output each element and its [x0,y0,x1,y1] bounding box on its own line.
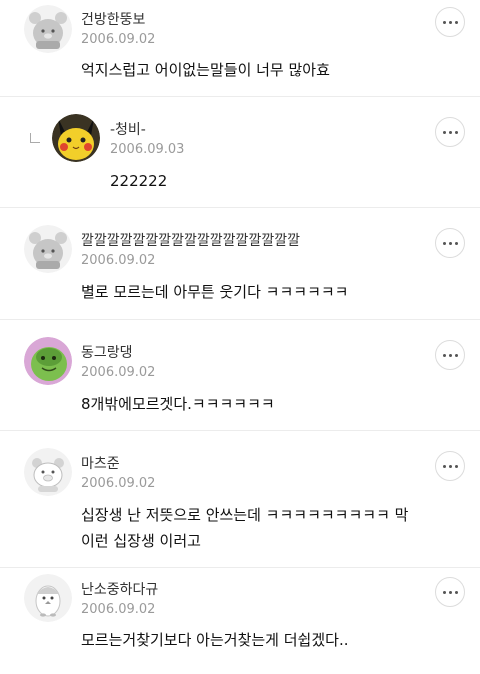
more-dots-icon[interactable] [435,577,465,607]
more-dots-icon[interactable] [435,117,465,147]
more-dots-icon[interactable] [435,340,465,370]
comment-text: 억지스럽고 어이없는말들이 너무 많아효 [81,61,330,79]
comment-text-line: 이런 십장생 이러고 [81,532,201,550]
comment-nickname[interactable]: 마츠준 [81,453,120,473]
comment-item: 건방한뚱보 2006.09.02 억지스럽고 어이없는말들이 너무 많아효 [0,0,480,97]
comment-nickname[interactable]: 깔깔깔깔깔깔깔깔깔깔깔깔깔깔깔깔깔 [81,230,300,250]
comment-text: 별로 모르는데 아무튼 웃기다 ㅋㅋㅋㅋㅋㅋ [81,283,349,301]
comment-date: 2006.09.02 [81,32,156,47]
comment-item: 깔깔깔깔깔깔깔깔깔깔깔깔깔깔깔깔깔 2006.09.02 별로 모르는데 아무튼… [0,208,480,320]
comment-date: 2006.09.02 [81,476,156,491]
gray-bear-icon[interactable] [24,225,72,273]
reply-comment-item: -청비- 2006.09.03 222222 [0,97,480,208]
gray-bear-icon[interactable] [24,5,72,53]
pikachu-icon[interactable] [52,114,100,162]
comment-date: 2006.09.02 [81,602,156,617]
comment-nickname[interactable]: 건방한뚱보 [81,9,145,29]
comment-item: 동그랑댕 2006.09.02 8개밖에모르겟다.ㅋㅋㅋㅋㅋㅋ [0,320,480,431]
comment-nickname[interactable]: -청비- [110,119,146,139]
more-dots-icon[interactable] [435,7,465,37]
green-character-icon[interactable] [24,337,72,385]
comment-text: 8개밖에모르겟다.ㅋㅋㅋㅋㅋㅋ [81,395,275,413]
penguin-icon[interactable] [24,574,72,622]
comment-text: 모르는거찾기보다 아는거찾는게 더쉽겠다.. [81,631,349,649]
comment-date: 2006.09.02 [81,365,156,380]
comment-nickname[interactable]: 동그랑댕 [81,342,133,362]
comment-nickname[interactable]: 난소중하다규 [81,579,158,599]
comment-list: 건방한뚱보 2006.09.02 억지스럽고 어이없는말들이 너무 많아효 -청… [0,0,480,674]
white-pig-icon[interactable] [24,448,72,496]
comment-item: 난소중하다규 2006.09.02 모르는거찾기보다 아는거찾는게 더쉽겠다.. [0,568,480,674]
comment-text: 222222 [110,172,168,190]
more-dots-icon[interactable] [435,228,465,258]
more-dots-icon[interactable] [435,451,465,481]
comment-date: 2006.09.02 [81,253,156,268]
comment-date: 2006.09.03 [110,142,185,157]
reply-arrow-icon [30,133,40,143]
comment-text-line: 십장생 난 저뜻으로 안쓰는데 ㅋㅋㅋㅋㅋㅋㅋㅋㅋ 막 [81,506,409,524]
comment-item: 마츠준 2006.09.02 십장생 난 저뜻으로 안쓰는데 ㅋㅋㅋㅋㅋㅋㅋㅋㅋ… [0,431,480,568]
